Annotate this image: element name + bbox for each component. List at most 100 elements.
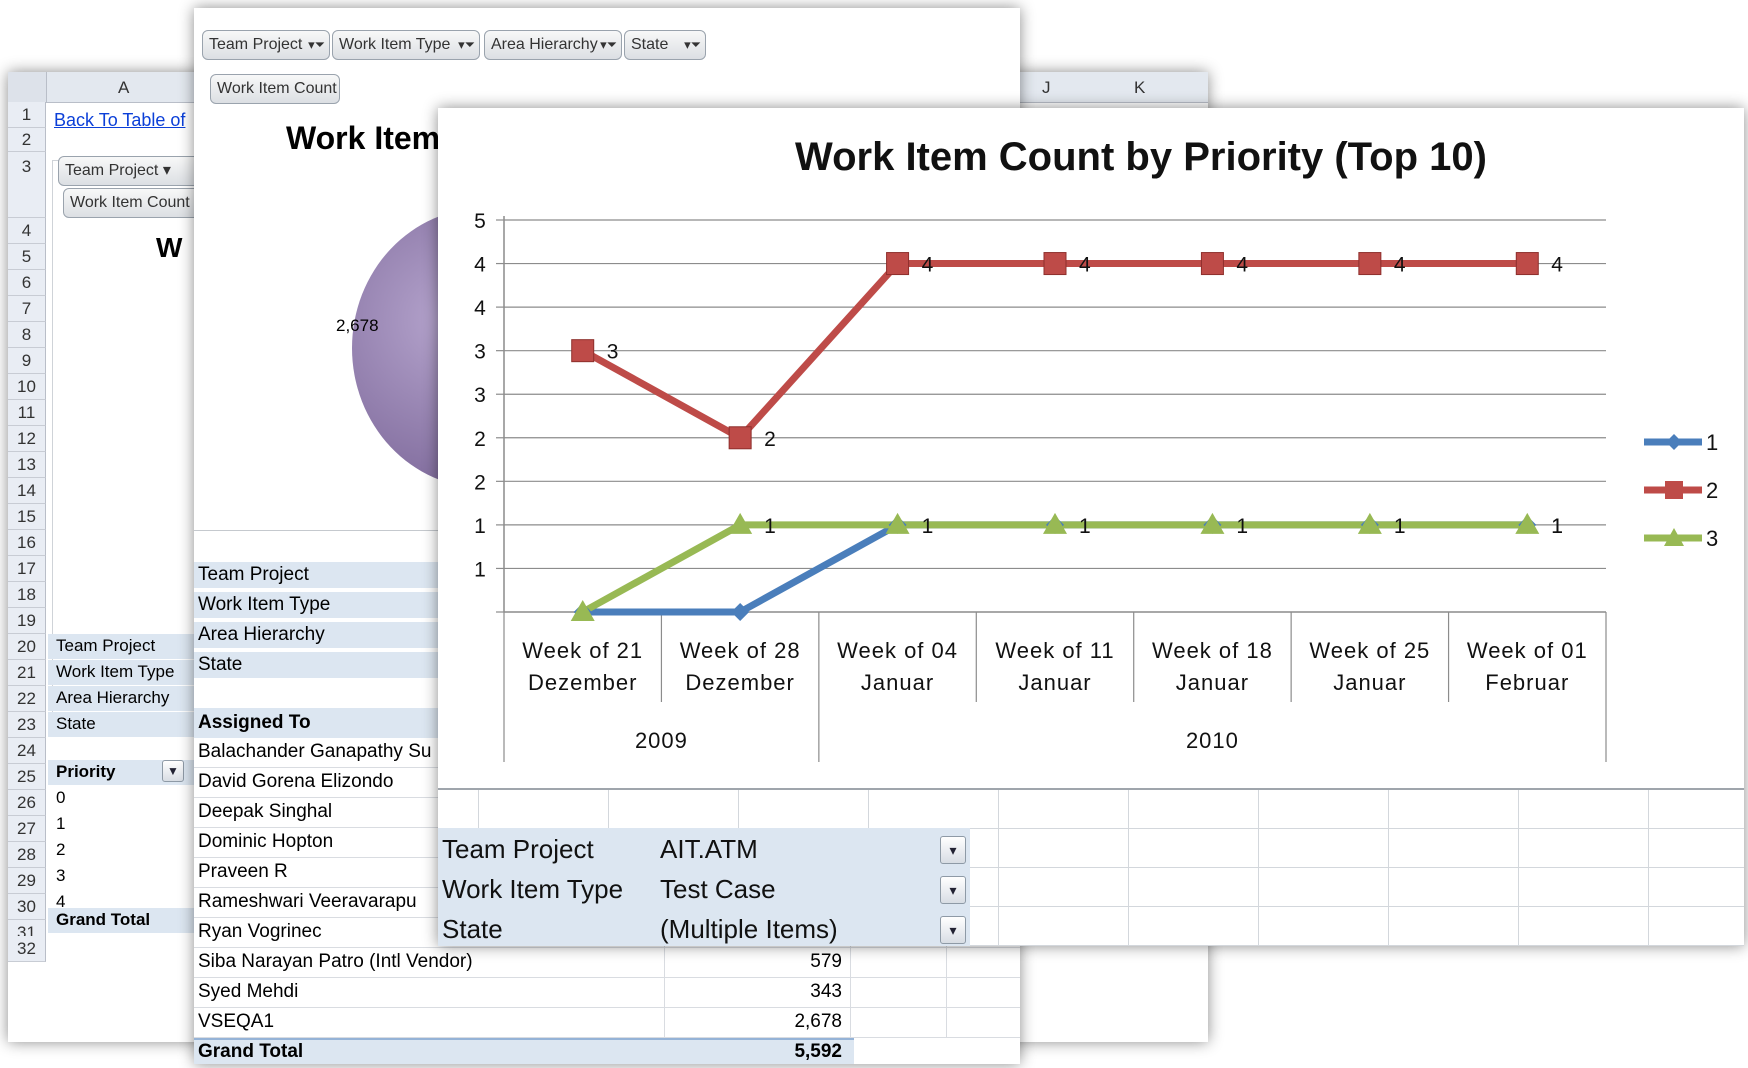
x-tick-month: Januar <box>1333 670 1406 695</box>
row-header[interactable]: 22 <box>8 686 46 712</box>
cell-divider <box>850 978 851 1008</box>
data-point-series-2[interactable] <box>1358 252 1382 276</box>
row-header[interactable]: 13 <box>8 452 46 478</box>
middle-filter-label: State <box>198 654 243 675</box>
pivot-field-label: Team Project <box>209 36 303 53</box>
priority-value: 3 <box>56 866 66 885</box>
priority-filter-button[interactable]: ▼ <box>162 760 184 782</box>
x-tick-month: Januar <box>1018 670 1091 695</box>
row-header[interactable]: 21 <box>8 660 46 686</box>
row-header[interactable]: 16 <box>8 530 46 556</box>
row-header[interactable]: 9 <box>8 348 46 374</box>
row-header[interactable]: 4 <box>8 218 46 244</box>
pivot-field-label: State <box>631 36 669 53</box>
filter-dropdown-button[interactable]: ▾ <box>940 916 966 944</box>
data-point-series-2[interactable] <box>1043 252 1067 276</box>
row-header[interactable]: 8 <box>8 322 46 348</box>
table-row[interactable]: Syed Mehdi 343 <box>194 978 1020 1008</box>
cell-divider <box>946 948 947 978</box>
row-header[interactable]: 6 <box>8 270 46 296</box>
row-header[interactable]: 26 <box>8 790 46 816</box>
table-row[interactable]: VSEQA1 2,678 <box>194 1008 1020 1038</box>
row-header[interactable]: 20 <box>8 634 46 660</box>
assigned-to-header: Assigned To <box>198 712 311 733</box>
row-header[interactable]: 32 <box>8 936 46 962</box>
row-header[interactable]: 3 <box>8 152 46 218</box>
assignee-name: Praveen R <box>198 861 288 882</box>
filter-icon: ▾⏷ <box>684 37 701 52</box>
column-k-header[interactable]: K <box>1134 78 1145 98</box>
row-header[interactable]: 11 <box>8 400 46 426</box>
pivot-field-button[interactable]: Work Item Type ▾⏷ <box>332 30 480 60</box>
y-tick-label: 1 <box>474 515 486 538</box>
x-tick-month: Januar <box>861 670 934 695</box>
data-label-series-2: 2 <box>764 428 776 451</box>
front-filter-label: Team Project <box>442 834 594 864</box>
pivot-field-button[interactable]: State ▾⏷ <box>624 30 706 60</box>
assignee-count: 343 <box>810 981 842 1002</box>
x-tick-month: Februar <box>1485 670 1569 695</box>
row-header[interactable]: 18 <box>8 582 46 608</box>
x-year-label: 2009 <box>635 728 688 753</box>
pivot-field-button[interactable]: Area Hierarchy ▾⏷ <box>484 30 622 60</box>
assignee-name: Syed Mehdi <box>198 981 299 1002</box>
row-header[interactable]: 30 <box>8 894 46 920</box>
row-header[interactable]: 19 <box>8 608 46 634</box>
middle-filter-label: Team Project <box>198 564 309 585</box>
data-point-series-2[interactable] <box>1200 252 1224 276</box>
work-item-count-value-button[interactable]: Work Item Count <box>210 74 340 104</box>
y-tick-label: 3 <box>474 384 486 407</box>
filter-dropdown-button[interactable]: ▾ <box>940 876 966 904</box>
back-to-toc-link[interactable]: Back To Table of <box>54 110 185 131</box>
data-point-series-2[interactable] <box>1515 252 1539 276</box>
x-tick-week: Week of 21 <box>522 638 643 663</box>
front-filter-value: (Multiple Items) <box>660 914 838 944</box>
table-row[interactable]: Siba Narayan Patro (Intl Vendor) 579 <box>194 948 1020 978</box>
filter-dropdown-button[interactable]: ▾ <box>940 836 966 864</box>
filter-funnel-icon: ▾ <box>949 842 957 858</box>
priority-value: 1 <box>56 814 66 833</box>
row-header[interactable]: 17 <box>8 556 46 582</box>
data-point-series-2[interactable] <box>728 426 752 450</box>
assignee-name: Ryan Vogrinec <box>198 921 322 942</box>
row-header[interactable]: 1 <box>8 102 46 128</box>
middle-filter-label: Area Hierarchy <box>198 624 325 645</box>
row-header[interactable]: 28 <box>8 842 46 868</box>
middle-grand-total-value: 5,592 <box>794 1041 842 1062</box>
y-tick-label: 4 <box>474 297 486 320</box>
select-all-corner[interactable] <box>8 72 47 102</box>
cell-divider <box>946 1008 947 1038</box>
row-header[interactable]: 14 <box>8 478 46 504</box>
work-item-count-field-button[interactable]: Work Item Count <box>63 188 203 218</box>
data-point-series-2[interactable] <box>886 252 910 276</box>
row-header[interactable]: 10 <box>8 374 46 400</box>
pivot-field-button[interactable]: Team Project ▾⏷ <box>202 30 330 60</box>
assignee-name: Dominic Hopton <box>198 831 334 852</box>
team-project-button-label: Team Project <box>65 162 159 179</box>
priority-line-chart[interactable]: Work Item Count by Priority (Top 10) 1 1 2 2… <box>438 108 1744 788</box>
row-header[interactable]: 23 <box>8 712 46 738</box>
x-tick-week: Week of 01 <box>1467 638 1588 663</box>
row-header[interactable]: 2 <box>8 128 46 152</box>
x-tick-week: Week of 28 <box>680 638 801 663</box>
row-header[interactable]: 27 <box>8 816 46 842</box>
chart-title: Work Item Count by Priority (Top 10) <box>795 135 1487 179</box>
row-header[interactable]: 5 <box>8 244 46 270</box>
row-header[interactable]: 7 <box>8 296 46 322</box>
team-project-field-button[interactable]: Team Project ▾ <box>58 156 208 186</box>
filter-icon: ▾⏷ <box>308 37 325 52</box>
cell-divider <box>850 948 851 978</box>
row-header[interactable]: 25 <box>8 764 46 790</box>
row-header[interactable]: 15 <box>8 504 46 530</box>
data-label-series-2: 4 <box>1394 254 1406 277</box>
column-j-header[interactable]: J <box>1042 78 1051 98</box>
data-point-series-2[interactable] <box>571 339 595 363</box>
y-tick-label: 1 <box>474 558 486 581</box>
row-header[interactable]: 24 <box>8 738 46 764</box>
row-header[interactable]: 12 <box>8 426 46 452</box>
row-header[interactable]: 29 <box>8 868 46 894</box>
legend-label-3: 3 <box>1706 526 1718 551</box>
column-a-header[interactable]: A <box>118 78 129 98</box>
front-filter-label: State <box>442 914 503 944</box>
cell-divider <box>850 1008 851 1038</box>
